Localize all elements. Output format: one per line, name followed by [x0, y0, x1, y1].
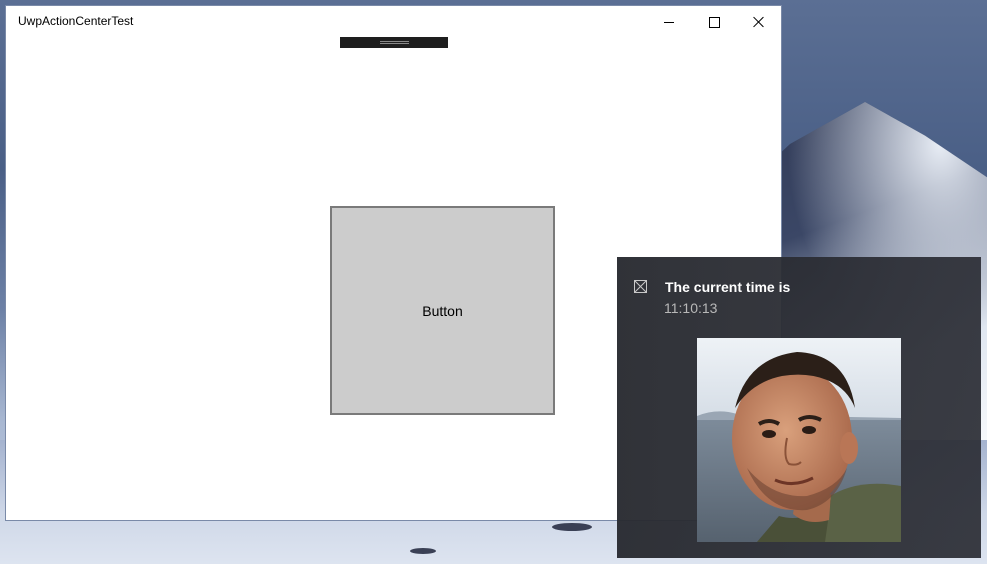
maximize-icon	[708, 16, 720, 28]
toast-body: 11:10:13	[664, 300, 718, 316]
desktop-rock	[410, 548, 436, 554]
toast-photo	[697, 338, 901, 542]
toast-title: The current time is	[665, 279, 791, 295]
title-bar[interactable]: UwpActionCenterTest	[6, 6, 781, 38]
window-title: UwpActionCenterTest	[18, 14, 134, 28]
desktop-rock	[552, 523, 592, 531]
grip-icon	[380, 41, 409, 42]
toast-notification[interactable]: The current time is 11:10:13	[617, 257, 981, 558]
maximize-button[interactable]	[691, 6, 737, 38]
portrait-image	[697, 338, 901, 542]
close-button[interactable]	[736, 6, 782, 38]
main-button[interactable]: Button	[330, 206, 555, 415]
minimize-icon	[664, 21, 674, 23]
drag-handle[interactable]	[340, 37, 448, 48]
broken-image-icon	[634, 280, 647, 293]
close-icon	[753, 16, 765, 28]
minimize-button[interactable]	[646, 6, 692, 38]
